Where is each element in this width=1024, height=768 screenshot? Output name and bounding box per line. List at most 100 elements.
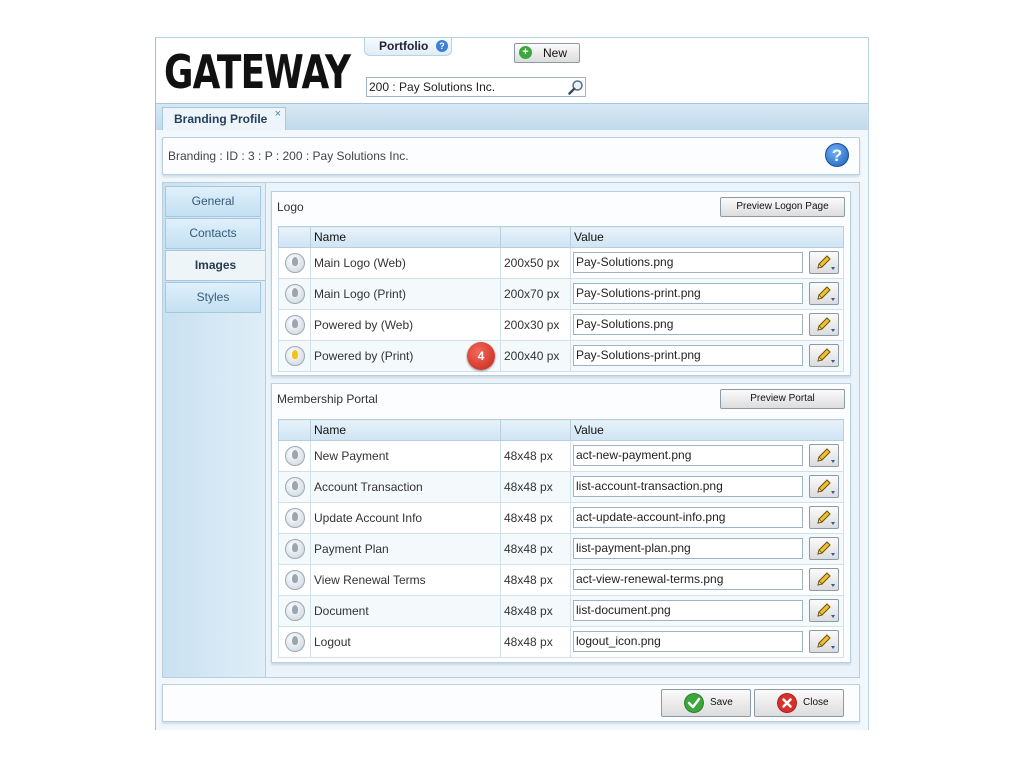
portfolio-search-input[interactable]: 200 : Pay Solutions Inc.: [366, 77, 586, 97]
pencil-icon: [817, 479, 835, 494]
lightbulb-icon[interactable]: [284, 315, 305, 335]
value-input[interactable]: logout_icon.png: [573, 631, 803, 652]
edit-button[interactable]: [809, 568, 839, 591]
sidebar-item-contacts[interactable]: Contacts: [165, 218, 261, 249]
col-value: Value: [570, 226, 844, 248]
row-name: New Payment: [314, 449, 389, 463]
pencil-icon: [817, 448, 835, 463]
close-button[interactable]: Close: [754, 689, 844, 717]
preview-portal-button[interactable]: Preview Portal: [720, 389, 845, 409]
icon-cell: [278, 471, 311, 503]
edit-button[interactable]: [809, 444, 839, 467]
edit-button[interactable]: [809, 599, 839, 622]
size-cell: 48x48 px: [500, 502, 571, 534]
value-input[interactable]: Pay-Solutions-print.png: [573, 345, 803, 366]
table-row: Powered by (Web) 200x30 px Pay-Solutions.p…: [278, 309, 844, 341]
close-tab-icon[interactable]: ×: [275, 103, 281, 125]
lightbulb-icon[interactable]: [284, 539, 305, 559]
value-input[interactable]: list-account-transaction.png: [573, 476, 803, 497]
logo-table: Name Value Main Logo (Web) 200x50 px Pay-S…: [278, 226, 844, 372]
table-row: Main Logo (Print) 200x70 px Pay-Solutions-…: [278, 278, 844, 310]
tab-bar: Branding Profile ×: [156, 103, 869, 131]
lightbulb-icon[interactable]: [284, 632, 305, 652]
pencil-icon: [817, 603, 835, 618]
sidebar-item-styles[interactable]: Styles: [165, 282, 261, 313]
new-button[interactable]: + New: [514, 43, 580, 63]
lightbulb-icon[interactable]: [284, 570, 305, 590]
header: GATEWAY Portfolio ? + New 200 : Pay Solu…: [156, 37, 869, 104]
icon-cell: [278, 626, 311, 658]
edit-button[interactable]: [809, 344, 839, 367]
edit-button[interactable]: [809, 251, 839, 274]
lightbulb-icon[interactable]: [284, 508, 305, 528]
row-name: Logout: [314, 635, 351, 649]
value-input[interactable]: Pay-Solutions.png: [573, 314, 803, 335]
logo-group: Logo Preview Logon Page Name Value Main …: [271, 191, 851, 376]
add-icon: +: [519, 46, 532, 59]
icon-cell: [278, 340, 311, 372]
edit-button[interactable]: [809, 630, 839, 653]
value-input[interactable]: list-document.png: [573, 600, 803, 621]
edit-button[interactable]: [809, 537, 839, 560]
value-cell: list-document.png: [570, 595, 844, 627]
size-cell: 48x48 px: [500, 626, 571, 658]
pencil-icon: [817, 572, 835, 587]
preview-logon-page-button[interactable]: Preview Logon Page: [720, 197, 845, 217]
value-input[interactable]: act-view-renewal-terms.png: [573, 569, 803, 590]
search-icon[interactable]: [568, 79, 584, 95]
name-cell: New Payment: [310, 440, 501, 472]
lightbulb-icon[interactable]: [284, 446, 305, 466]
lightbulb-icon[interactable]: [284, 253, 305, 273]
size-cell: 200x40 px: [500, 340, 571, 372]
help-icon[interactable]: ?: [825, 143, 849, 167]
value-input[interactable]: Pay-Solutions-print.png: [573, 283, 803, 304]
icon-cell: [278, 247, 311, 279]
lightbulb-icon[interactable]: [284, 284, 305, 304]
pencil-icon: [817, 255, 835, 270]
name-cell: Account Transaction: [310, 471, 501, 503]
save-button[interactable]: Save: [661, 689, 751, 717]
row-name: Main Logo (Web): [314, 256, 406, 270]
value-input[interactable]: Pay-Solutions.png: [573, 252, 803, 273]
table-row: Powered by (Print) 4 200x40 px Pay-Solution…: [278, 340, 844, 372]
sidebar-item-images[interactable]: Images: [165, 250, 265, 281]
row-name: Powered by (Print): [314, 349, 414, 363]
col-value: Value: [570, 419, 844, 441]
col-size: [500, 419, 571, 441]
portfolio-tab[interactable]: Portfolio ?: [364, 38, 452, 56]
value-cell: Pay-Solutions-print.png: [570, 278, 844, 310]
icon-cell: [278, 440, 311, 472]
edit-button[interactable]: [809, 282, 839, 305]
edit-button[interactable]: [809, 506, 839, 529]
value-input[interactable]: act-update-account-info.png: [573, 507, 803, 528]
table-row: Main Logo (Web) 200x50 px Pay-Solutions.pn…: [278, 247, 844, 279]
group-title: Logo: [277, 200, 304, 214]
edit-button[interactable]: [809, 313, 839, 336]
name-cell: View Renewal Terms: [310, 564, 501, 596]
table-row: Logout 48x48 px logout_icon.png: [278, 626, 844, 658]
value-input[interactable]: list-payment-plan.png: [573, 538, 803, 559]
sidebar-item-general[interactable]: General: [165, 186, 261, 217]
row-name: Payment Plan: [314, 542, 389, 556]
edit-button[interactable]: [809, 475, 839, 498]
name-cell: Main Logo (Web): [310, 247, 501, 279]
value-cell: act-update-account-info.png: [570, 502, 844, 534]
checkmark-icon: [684, 693, 704, 713]
col-icon: [278, 419, 311, 441]
table-row: View Renewal Terms 48x48 px act-view-renew…: [278, 564, 844, 596]
value-input[interactable]: act-new-payment.png: [573, 445, 803, 466]
tab-branding-profile[interactable]: Branding Profile ×: [162, 107, 286, 131]
lightbulb-icon[interactable]: [284, 346, 305, 366]
content-area: Branding : ID : 3 : P : 200 : Pay Soluti…: [156, 130, 869, 730]
value-cell: list-payment-plan.png: [570, 533, 844, 565]
size-cell: 200x50 px: [500, 247, 571, 279]
pencil-icon: [817, 510, 835, 525]
lightbulb-icon[interactable]: [284, 601, 305, 621]
new-button-label: New: [543, 46, 568, 60]
lightbulb-icon[interactable]: [284, 477, 305, 497]
col-icon: [278, 226, 311, 248]
pencil-icon: [817, 348, 835, 363]
help-icon[interactable]: ?: [436, 40, 448, 52]
pencil-icon: [817, 541, 835, 556]
size-cell: 48x48 px: [500, 440, 571, 472]
